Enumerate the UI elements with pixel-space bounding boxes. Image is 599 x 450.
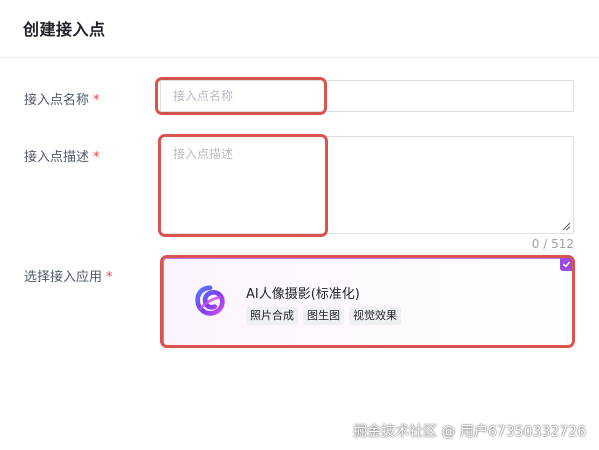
required-mark: *: [106, 270, 113, 285]
resize-handle-icon[interactable]: [561, 221, 571, 231]
selected-check-icon: [560, 258, 573, 271]
description-label-text: 接入点描述: [24, 150, 90, 165]
app-option-card[interactable]: AI人像摄影(标准化) 照片合成 图生图 视觉效果: [163, 258, 573, 346]
required-mark: *: [93, 93, 100, 108]
name-field-label: 接入点名称 *: [24, 89, 100, 108]
char-counter: 0 / 512: [531, 237, 574, 251]
dialog-title: 创建接入点: [23, 20, 106, 39]
watermark: 掘金技术社区 @ 用户67350332726: [353, 424, 586, 440]
header-divider: [0, 57, 599, 58]
access-point-description-textarea[interactable]: [160, 136, 574, 234]
app-tag: 视觉效果: [349, 307, 401, 325]
name-label-text: 接入点名称: [24, 93, 90, 108]
app-tags: 照片合成 图生图 视觉效果: [246, 307, 401, 325]
app-tag: 图生图: [303, 307, 344, 325]
app-label-text: 选择接入应用: [24, 270, 103, 285]
access-point-name-input[interactable]: [160, 80, 574, 112]
required-mark: *: [93, 150, 100, 165]
app-name: AI人像摄影(标准化): [246, 287, 360, 302]
description-field-label: 接入点描述 *: [24, 146, 100, 165]
app-field-label: 选择接入应用 *: [24, 266, 113, 285]
app-logo-icon: [195, 285, 225, 316]
app-tag: 照片合成: [246, 307, 298, 325]
